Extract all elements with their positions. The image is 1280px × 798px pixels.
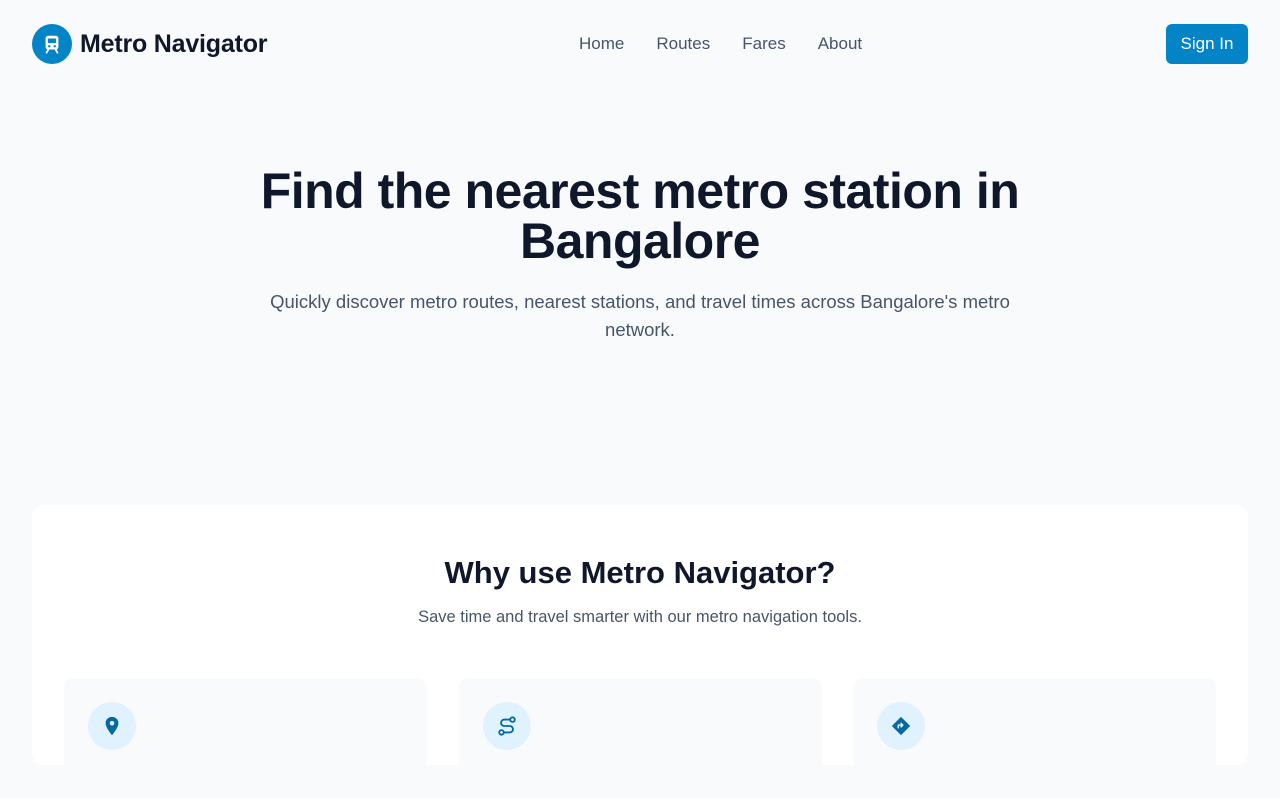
feature-card	[459, 678, 822, 798]
hero-title: Find the nearest metro station in Bangal…	[260, 163, 1020, 269]
features-title: Why use Metro Navigator?	[444, 555, 836, 590]
feature-card	[64, 678, 427, 798]
brand-name: Metro Navigator	[80, 29, 268, 58]
main-nav: Home Routes Fares About	[579, 33, 862, 55]
directions-icon	[877, 702, 925, 750]
nav-home[interactable]: Home	[579, 33, 624, 55]
sign-in-button[interactable]: Sign In	[1166, 24, 1248, 64]
nav-fares[interactable]: Fares	[742, 33, 785, 55]
site-header: Metro Navigator Home Routes Fares About …	[0, 0, 1280, 88]
hero-subtitle: Quickly discover metro routes, nearest s…	[270, 291, 1010, 340]
train-icon	[32, 24, 72, 64]
map-pin-icon	[88, 702, 136, 750]
nav-about[interactable]: About	[818, 33, 862, 55]
features-subtitle: Save time and travel smarter with our me…	[418, 608, 862, 626]
route-icon	[483, 702, 531, 750]
features-section: Why use Metro Navigator? Save time and t…	[32, 505, 1248, 798]
brand[interactable]: Metro Navigator	[32, 24, 268, 64]
nav-routes[interactable]: Routes	[656, 33, 710, 55]
feature-card	[853, 678, 1216, 798]
